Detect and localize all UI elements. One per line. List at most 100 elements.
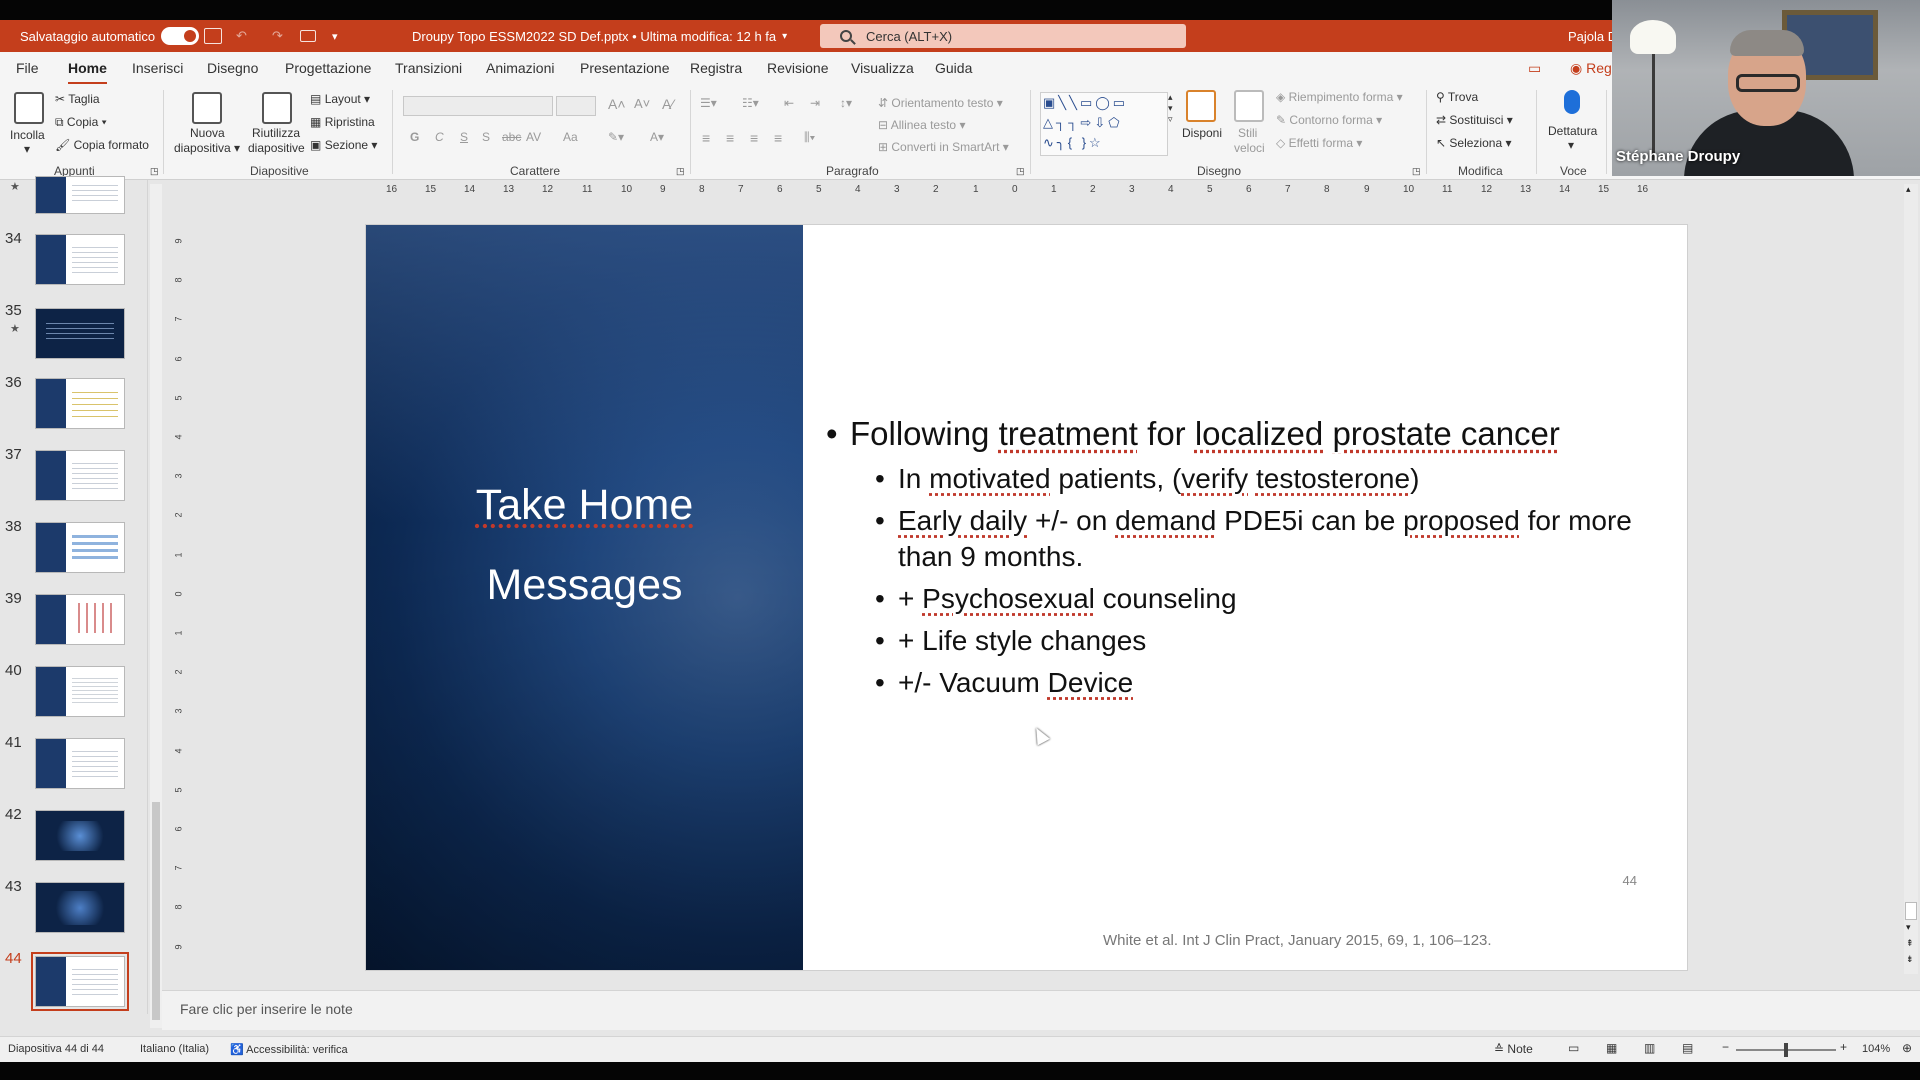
zoom-slider-thumb[interactable] xyxy=(1784,1043,1788,1057)
decrease-indent-icon[interactable]: ⇤ xyxy=(784,96,794,110)
replace-button[interactable]: ⇄ Sostituisci ▾ xyxy=(1436,113,1513,127)
grow-font-icon[interactable]: A˄ xyxy=(608,96,626,112)
rectangle-icon[interactable]: ▭ xyxy=(1080,95,1095,110)
slide-thumbnail[interactable] xyxy=(35,810,125,861)
fit-to-window-icon[interactable]: ⊕ xyxy=(1902,1041,1912,1055)
new-slide-icon[interactable] xyxy=(192,92,222,124)
reuse-slides-button-2[interactable]: diapositive xyxy=(248,141,305,155)
tab-transitions[interactable]: Transizioni xyxy=(395,60,462,76)
slide-thumbnail[interactable] xyxy=(35,378,125,429)
connector-icon[interactable]: ┐┐ xyxy=(1056,115,1080,130)
dictate-button[interactable]: Dettatura xyxy=(1548,124,1597,138)
increase-indent-icon[interactable]: ⇥ xyxy=(810,96,820,110)
slide-thumbnail-selected[interactable] xyxy=(31,952,129,1011)
new-slide-button-2[interactable]: diapositiva ▾ xyxy=(174,141,240,155)
slide-thumbnails-pane[interactable]: ★ 34 35 ★ 36 37 38 39 40 41 42 43 44 xyxy=(0,176,148,1014)
arrange-button[interactable]: Disponi xyxy=(1182,126,1222,140)
thumbnails-scrollbar[interactable] xyxy=(150,184,162,1028)
italic-button[interactable]: C xyxy=(435,130,444,144)
search-box[interactable]: Cerca (ALT+X) xyxy=(820,24,1186,48)
justify-icon[interactable]: ≡ xyxy=(774,130,782,146)
shadow-button[interactable]: S xyxy=(482,130,490,144)
shape-outline-button[interactable]: ✎ Contorno forma ▾ xyxy=(1276,113,1382,127)
cut-button[interactable]: ✂ Taglia xyxy=(55,92,100,106)
layout-button[interactable]: ▤ Layout ▾ xyxy=(310,92,370,106)
tab-record[interactable]: Registra xyxy=(690,60,742,76)
strikethrough-button[interactable]: abc xyxy=(502,130,521,144)
slide-thumbnail[interactable] xyxy=(35,308,125,359)
new-slide-button[interactable]: Nuova xyxy=(190,126,225,140)
tab-animations[interactable]: Animazioni xyxy=(486,60,554,76)
scrollbar-thumb[interactable] xyxy=(152,802,160,1020)
slide-canvas[interactable]: Take Home Messages Following treatment f… xyxy=(366,225,1687,970)
tab-insert[interactable]: Inserisci xyxy=(132,60,183,76)
scrollbar-thumb[interactable] xyxy=(1905,902,1917,920)
text-direction-button[interactable]: ⇵ Orientamento testo ▾ xyxy=(878,96,1003,110)
pentagon-icon[interactable]: ⬠ xyxy=(1108,115,1122,130)
slide-thumbnail[interactable] xyxy=(35,522,125,573)
slide-thumbnail[interactable] xyxy=(35,594,125,645)
slide-body-text[interactable]: Following treatment for localized prosta… xyxy=(826,415,1666,707)
autosave-toggle[interactable] xyxy=(161,27,200,45)
arrow-right-icon[interactable]: ⇨ xyxy=(1080,115,1094,130)
next-slide-icon[interactable]: ⇟ xyxy=(1906,954,1914,965)
tab-view[interactable]: Visualizza xyxy=(851,60,914,76)
save-icon[interactable] xyxy=(204,20,222,52)
slide-thumbnail[interactable] xyxy=(35,176,125,214)
quick-styles-button[interactable]: Stili xyxy=(1238,126,1257,140)
triangle-icon[interactable]: △ xyxy=(1043,115,1056,130)
reading-view-icon[interactable]: ▥ xyxy=(1644,1041,1655,1055)
copy-button[interactable]: ⧉ Copia ▾ xyxy=(55,115,107,130)
bullets-icon[interactable]: ☰▾ xyxy=(700,96,717,110)
user-name[interactable]: Pajola D xyxy=(1568,20,1617,52)
accessibility-check[interactable]: ♿ Accessibilità: verifica xyxy=(230,1043,348,1056)
zoom-in-icon[interactable]: + xyxy=(1840,1040,1847,1054)
section-button[interactable]: ▣ Sezione ▾ xyxy=(310,138,377,152)
record-button[interactable]: ◉ Regi xyxy=(1570,60,1615,77)
align-center-icon[interactable]: ≡ xyxy=(726,130,734,146)
dialog-launcher-icon[interactable]: ◳ xyxy=(676,166,685,177)
notes-button[interactable]: ≙ Note xyxy=(1494,1042,1533,1056)
select-button[interactable]: ↖ Seleziona ▾ xyxy=(1436,136,1511,150)
font-size-combo[interactable] xyxy=(556,96,596,116)
slide-title[interactable]: Take Home Messages xyxy=(366,465,803,625)
zoom-slider[interactable] xyxy=(1736,1043,1836,1057)
clear-format-icon[interactable]: A⁄ xyxy=(662,96,674,112)
zoom-out-icon[interactable]: − xyxy=(1722,1040,1729,1054)
slideshow-icon[interactable]: ▤ xyxy=(1682,1041,1693,1055)
tab-help[interactable]: Guida xyxy=(935,60,972,76)
quick-styles-button-2[interactable]: veloci xyxy=(1234,141,1265,155)
numbering-icon[interactable]: ☷▾ xyxy=(742,96,759,110)
notes-pane[interactable]: Fare clic per inserire le note xyxy=(162,990,1920,1030)
previous-slide-icon[interactable]: ⇞ xyxy=(1906,938,1914,949)
dialog-launcher-icon[interactable]: ◳ xyxy=(150,166,159,177)
slide-sorter-icon[interactable]: ▦ xyxy=(1606,1041,1617,1055)
shapes-gallery[interactable]: ▣╲╲▭◯▭ △┐┐⇨⇩⬠ ∿╮{ }☆ xyxy=(1040,92,1168,156)
highlight-icon[interactable]: ✎▾ xyxy=(608,130,624,144)
bold-button[interactable]: G xyxy=(410,130,419,144)
presentation-start-icon[interactable] xyxy=(300,20,316,52)
textbox-icon[interactable]: ▣ xyxy=(1043,95,1058,110)
reuse-slides-button[interactable]: Riutilizza xyxy=(252,126,300,140)
dialog-launcher-icon[interactable]: ◳ xyxy=(1412,166,1421,177)
columns-icon[interactable]: ⫼▾ xyxy=(804,130,815,145)
brace-icon[interactable]: { } xyxy=(1068,135,1089,150)
editor-scrollbar[interactable]: ▴ ▾ ⇞ ⇟ xyxy=(1904,184,1918,974)
comments-icon[interactable]: ▭ xyxy=(1528,60,1541,77)
scroll-down-icon[interactable]: ▾ xyxy=(1906,922,1911,933)
find-button[interactable]: ⚲ Trova xyxy=(1436,90,1478,104)
paste-icon[interactable] xyxy=(14,92,44,124)
document-title[interactable]: Droupy Topo ESSM2022 SD Def.pptx • Ultim… xyxy=(412,20,787,52)
tab-review[interactable]: Revisione xyxy=(767,60,828,76)
slide-thumbnail[interactable] xyxy=(35,666,125,717)
align-right-icon[interactable]: ≡ xyxy=(750,130,758,146)
align-text-button[interactable]: ⊟ Allinea testo ▾ xyxy=(878,118,965,132)
reset-button[interactable]: ▦ Ripristina xyxy=(310,115,375,129)
normal-view-icon[interactable]: ▭ xyxy=(1568,1041,1579,1055)
shape-fill-button[interactable]: ◈ Riempimento forma ▾ xyxy=(1276,90,1403,104)
autosave[interactable]: Salvataggio automatico xyxy=(20,20,200,52)
reuse-slides-icon[interactable] xyxy=(262,92,292,124)
arrow-down-icon[interactable]: ⇩ xyxy=(1094,115,1108,130)
language[interactable]: Italiano (Italia) xyxy=(140,1043,209,1055)
oval-icon[interactable]: ◯▭ xyxy=(1095,95,1128,110)
